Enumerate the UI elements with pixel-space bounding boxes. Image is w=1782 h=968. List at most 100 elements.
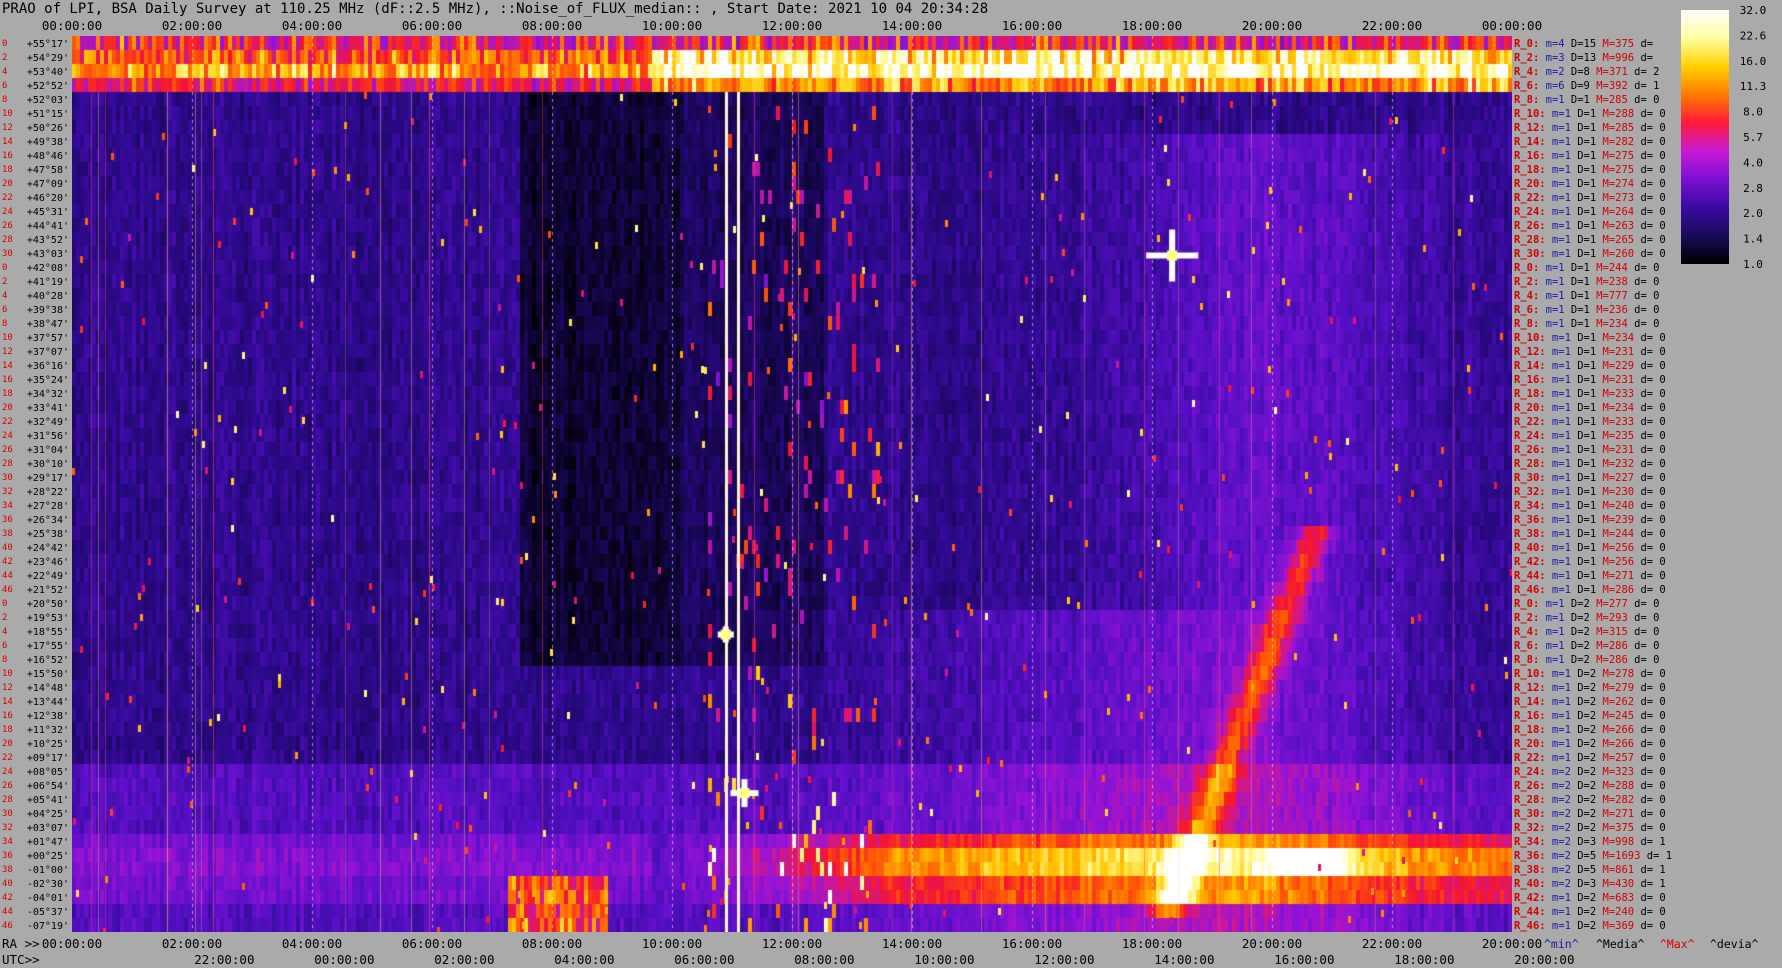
row-statistics: R_28: m=2 D=2 M=282 d= 0 [1514, 794, 1666, 806]
row-statistics: R_4: m=2 D=8 M=371 d= 2 [1514, 66, 1659, 78]
row-index-label: 24 [2, 207, 13, 217]
declination-label: +30°10' [27, 459, 69, 470]
row-index-label: 36 [2, 515, 13, 525]
declination-label: +01°47' [27, 837, 69, 848]
declination-label: +50°26' [27, 123, 69, 134]
colorbar-tick-label: 1.4 [1743, 233, 1763, 246]
x-bottom-tick-label: 06:00:00 [402, 936, 462, 951]
x-bottom-tick-label: 02:00:00 [162, 936, 222, 951]
row-statistics: R_30: m=1 D=1 M=227 d= 0 [1514, 472, 1666, 484]
x-top-tick-label: 16:00:00 [1002, 18, 1062, 33]
row-statistics: R_34: m=2 D=3 M=998 d= 1 [1514, 836, 1666, 848]
row-index-label: 20 [2, 403, 13, 413]
declination-label: +12°38' [27, 711, 69, 722]
row-statistics: R_10: m=1 D=1 M=234 d= 0 [1514, 332, 1666, 344]
x-bottom-tick-label: 10:00:00 [642, 936, 702, 951]
row-index-label: 44 [2, 907, 13, 917]
colorbar-tick-label: 2.0 [1743, 207, 1763, 220]
colorbar-tick-label: 8.0 [1743, 106, 1763, 119]
declination-label: +38°47' [27, 319, 69, 330]
row-index-label: 10 [2, 333, 13, 343]
row-statistics: R_12: m=1 D=2 M=279 d= 0 [1514, 682, 1666, 694]
row-statistics: R_14: m=1 D=1 M=229 d= 0 [1514, 360, 1666, 372]
row-index-label: 2 [2, 53, 7, 63]
declination-label: +43°52' [27, 235, 69, 246]
row-index-label: 42 [2, 557, 13, 567]
x-bottom-tick-label: 00:00:00 [42, 936, 102, 951]
row-statistics: R_8: m=1 D=2 M=286 d= 0 [1514, 654, 1659, 666]
row-index-label: 30 [2, 249, 13, 259]
declination-label: +09°17' [27, 753, 69, 764]
utc-tick-label: 00:00:00 [314, 952, 374, 967]
row-index-label: 44 [2, 571, 13, 581]
row-index-label: 22 [2, 753, 13, 763]
declination-label: +46°20' [27, 193, 69, 204]
declination-label: +40°28' [27, 291, 69, 302]
row-index-label: 4 [2, 627, 7, 637]
utc-axis-prefix: UTC>> [2, 952, 40, 967]
declination-label: -04°01' [27, 893, 69, 904]
declination-label: -05°37' [27, 907, 69, 918]
row-index-label: 8 [2, 655, 7, 665]
row-statistics: R_4: m=1 D=2 M=315 d= 0 [1514, 626, 1659, 638]
row-index-label: 46 [2, 921, 13, 931]
row-index-label: 24 [2, 767, 13, 777]
x-top-tick-label: 20:00:00 [1242, 18, 1302, 33]
declination-label: +23°46' [27, 557, 69, 568]
legend-max-label: ^Max^ [1660, 937, 1695, 951]
row-statistics: R_16: m=1 D=2 M=245 d= 0 [1514, 710, 1666, 722]
declination-label: -01°00' [27, 865, 69, 876]
row-index-label: 14 [2, 137, 13, 147]
row-statistics: R_42: m=1 D=1 M=256 d= 0 [1514, 556, 1666, 568]
row-statistics: R_0: m=1 D=2 M=277 d= 0 [1514, 598, 1659, 610]
row-index-label: 28 [2, 795, 13, 805]
declination-label: +16°52' [27, 655, 69, 666]
row-index-label: 16 [2, 711, 13, 721]
x-bottom-tick-label: 12:00:00 [762, 936, 822, 951]
row-statistics: R_8: m=1 D=1 M=234 d= 0 [1514, 318, 1659, 330]
row-statistics: R_6: m=6 D=9 M=392 d= 1 [1514, 80, 1659, 92]
row-index-label: 32 [2, 823, 13, 833]
declination-label: +42°08' [27, 263, 69, 274]
row-statistics: R_28: m=1 D=1 M=265 d= 0 [1514, 234, 1666, 246]
declination-label: +51°15' [27, 109, 69, 120]
declination-label: +03°07' [27, 823, 69, 834]
row-statistics: R_6: m=1 D=1 M=236 d= 0 [1514, 304, 1659, 316]
row-statistics: R_18: m=1 D=1 M=275 d= 0 [1514, 164, 1666, 176]
row-index-label: 42 [2, 893, 13, 903]
row-statistics: R_22: m=1 D=2 M=257 d= 0 [1514, 752, 1666, 764]
row-index-label: 22 [2, 417, 13, 427]
row-index-label: 14 [2, 697, 13, 707]
x-top-tick-label: 14:00:00 [882, 18, 942, 33]
x-bottom-tick-label: 16:00:00 [1002, 936, 1062, 951]
row-statistics: R_24: m=2 D=2 M=323 d= 0 [1514, 766, 1666, 778]
row-index-label: 26 [2, 221, 13, 231]
row-index-label: 0 [2, 599, 7, 609]
row-statistics: R_18: m=1 D=2 M=266 d= 0 [1514, 724, 1666, 736]
x-bottom-tick-label: 20:00:00 [1242, 936, 1302, 951]
declination-label: +35°24' [27, 375, 69, 386]
row-index-label: 28 [2, 459, 13, 469]
row-statistics: R_26: m=2 D=2 M=288 d= 0 [1514, 780, 1666, 792]
declination-label: +37°07' [27, 347, 69, 358]
colorbar-tick-label: 5.7 [1743, 131, 1763, 144]
colorbar-tick-label: 22.6 [1740, 29, 1767, 42]
row-statistics: R_14: m=1 D=2 M=262 d= 0 [1514, 696, 1666, 708]
row-index-label: 16 [2, 151, 13, 161]
row-index-label: 38 [2, 865, 13, 875]
declination-label: +36°16' [27, 361, 69, 372]
utc-tick-label: 04:00:00 [554, 952, 614, 967]
declination-label: +33°41' [27, 403, 69, 414]
row-statistics: R_6: m=1 D=2 M=286 d= 0 [1514, 640, 1659, 652]
row-index-label: 18 [2, 725, 13, 735]
row-index-label: 18 [2, 389, 13, 399]
row-statistics: R_20: m=1 D=2 M=266 d= 0 [1514, 738, 1666, 750]
row-index-label: 40 [2, 543, 13, 553]
declination-label: +48°46' [27, 151, 69, 162]
colorbar [1681, 10, 1729, 264]
row-statistics: R_14: m=1 D=1 M=282 d= 0 [1514, 136, 1666, 148]
x-top-tick-label: 02:00:00 [162, 18, 222, 33]
declination-label: +45°31' [27, 207, 69, 218]
declination-label: +29°17' [27, 473, 69, 484]
utc-tick-label: 16:00:00 [1274, 952, 1334, 967]
